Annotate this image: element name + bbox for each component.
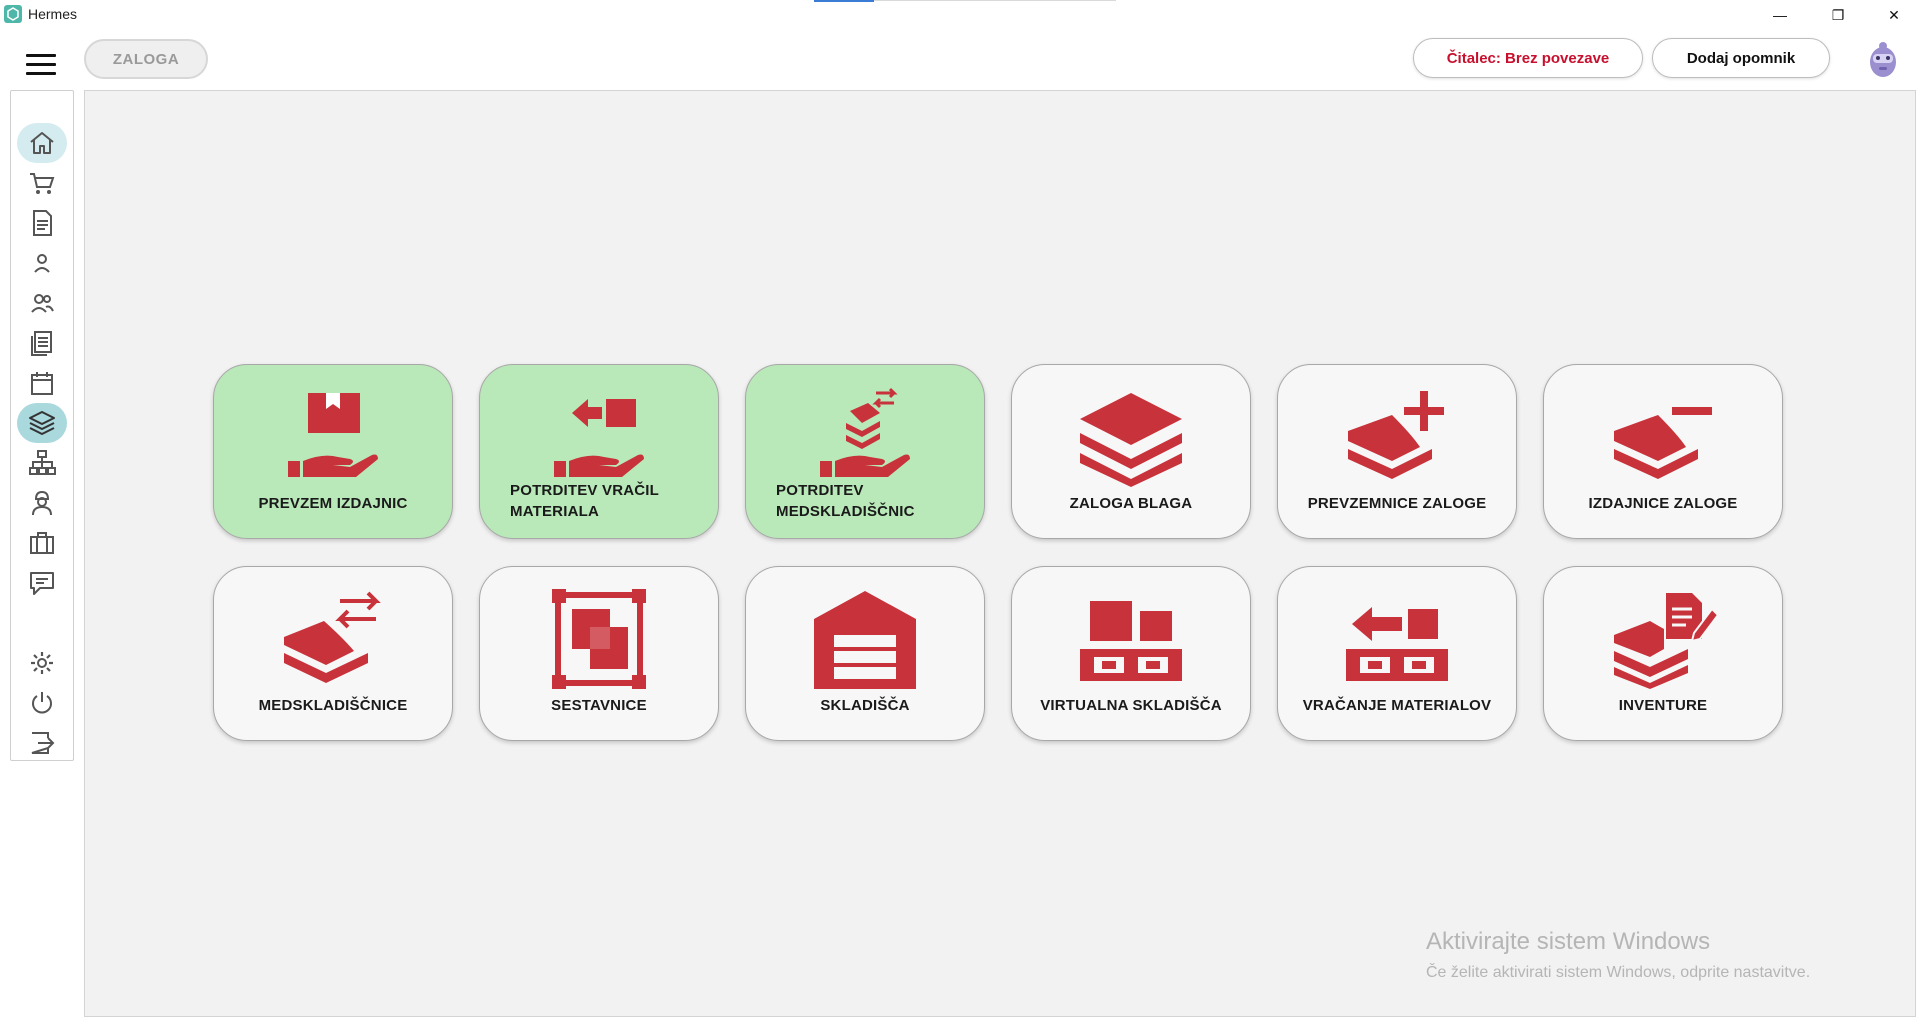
sidebar-item-users[interactable] [17,283,67,323]
tile-label: SESTAVNICE [551,697,647,714]
tile-label: POTRDITEV VRAČIL MATERIALA [510,482,659,520]
transfer-hand-icon [810,387,920,487]
assembly-icon [544,589,654,689]
reader-status-button[interactable]: Čitalec: Brez povezave [1413,38,1643,78]
top-toolbar: ZALOGA Čitalec: Brez povezave Dodaj opom… [0,30,1920,90]
tile-label: PREVZEM IZDAJNIC [258,495,408,512]
worker-icon [32,490,52,516]
avatar[interactable] [1862,36,1904,80]
sidebar-item-logout[interactable] [17,723,67,763]
document-icon [33,210,52,236]
warehouse-icon [810,589,920,689]
sidebar-item-chat[interactable] [17,563,67,603]
tile-label: INVENTURE [1618,697,1708,714]
tile-medskladiscnice[interactable]: MEDSKLADIŠČNICE [213,566,453,741]
tile-label: VIRTUALNA SKLADIŠČA [1040,697,1222,714]
tile-sestavnice[interactable]: SESTAVNICE [479,566,719,741]
briefcase-icon [30,532,54,554]
app-logo-icon [4,5,22,23]
users-icon [31,294,54,313]
window-titlebar: Hermes — ❐ ✕ [0,0,1920,30]
logout-icon [31,732,55,754]
sidebar-item-worker[interactable] [17,483,67,523]
home-icon [30,132,54,154]
stack-transfer-icon [278,589,388,689]
sidebar-item-user[interactable] [17,243,67,283]
stack-plus-icon [1342,387,1452,487]
chat-icon [30,572,54,595]
box-hand-icon [278,387,388,487]
tile-virtualna-skladisca[interactable]: VIRTUALNA SKLADIŠČA [1011,566,1251,741]
pallet-return-icon [1342,589,1452,689]
restore-button[interactable]: ❐ [1810,0,1866,30]
cart-icon [30,173,55,194]
tile-inventure[interactable]: INVENTURE [1543,566,1783,741]
tile-label: SKLADIŠČA [820,697,910,714]
tile-label: VRAČANJE MATERIALOV [1302,697,1492,714]
tile-zaloga-blaga[interactable]: ZALOGA BLAGA [1011,364,1251,539]
minimize-button[interactable]: — [1752,0,1808,30]
list-icon [31,331,52,356]
windows-activation-title: Aktivirajte sistem Windows [1426,928,1711,955]
sidebar-item-documents[interactable] [17,203,67,243]
return-hand-icon [544,387,654,487]
sidebar-item-settings[interactable] [17,643,67,683]
tile-vracanje-materialov[interactable]: VRAČANJE MATERIALOV [1277,566,1517,741]
tile-prevzem-izdajnic[interactable]: PREVZEM IZDAJNIC [213,364,453,539]
title-divider-line [874,0,1116,1]
sidebar-item-briefcase[interactable] [17,523,67,563]
close-button[interactable]: ✕ [1866,0,1920,30]
hierarchy-icon [29,450,56,475]
tile-label: PREVZEMNICE ZALOGE [1307,495,1487,512]
power-icon [32,692,52,714]
tile-label: POTRDITEV MEDSKLADIŠČNIC [776,482,915,520]
sidebar-item-list[interactable] [17,323,67,363]
stack-document-icon [1608,589,1720,689]
sidebar-item-home[interactable] [17,123,67,163]
pallet-icon [1076,589,1186,689]
layers-icon [29,411,55,435]
sidebar-item-cart[interactable] [17,163,67,203]
calendar-icon [31,372,53,395]
hamburger-menu-icon[interactable] [26,54,58,78]
breadcrumb[interactable]: ZALOGA [84,39,208,79]
tile-label: MEDSKLADIŠČNICE [258,697,408,714]
tile-potrditev-medskladiscnic[interactable]: POTRDITEV MEDSKLADIŠČNIC [745,364,985,539]
window-title: Hermes [28,6,78,22]
tile-label: IZDAJNICE ZALOGE [1588,495,1738,512]
tile-izdajnice-zaloge[interactable]: IZDAJNICE ZALOGE [1543,364,1783,539]
main-content: PREVZEM IZDAJNIC POTRDITEV VRAČIL MATERI… [84,90,1916,1017]
settings-icon [31,652,53,674]
add-reminder-button[interactable]: Dodaj opomnik [1652,38,1830,78]
sidebar-item-calendar[interactable] [17,363,67,403]
sidebar-item-power[interactable] [17,683,67,723]
tile-potrditev-vracil-materiala[interactable]: POTRDITEV VRAČIL MATERIALA [479,364,719,539]
title-accent-line [814,0,874,2]
stack-minus-icon [1608,387,1718,487]
sidebar-item-stock[interactable] [17,403,67,443]
stack-icon [1076,387,1186,487]
tile-label: ZALOGA BLAGA [1069,495,1193,512]
windows-activation-subtitle: Če želite aktivirati sistem Windows, odp… [1426,964,1811,981]
sidebar [10,90,74,761]
tile-skladisca[interactable]: SKLADIŠČA [745,566,985,741]
sidebar-item-hierarchy[interactable] [17,443,67,483]
tile-prevzemnice-zaloge[interactable]: PREVZEMNICE ZALOGE [1277,364,1517,539]
user-icon [34,254,50,273]
